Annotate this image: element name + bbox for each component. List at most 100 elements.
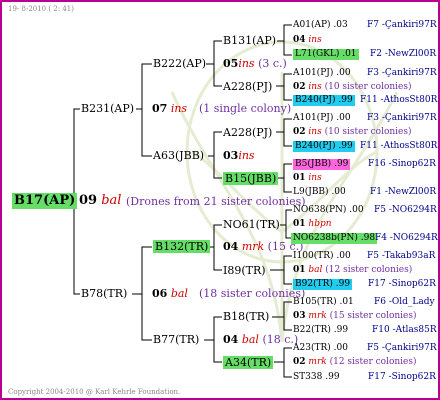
g4-origin: F11 -AthosSt80R xyxy=(360,141,438,151)
dam-bee[interactable]: B78(TR) xyxy=(81,287,127,300)
g4-queen: ins xyxy=(308,173,322,183)
g2-b222-queen: ins xyxy=(238,57,255,70)
g4-row[interactable]: B92(TR) .99 xyxy=(293,279,353,290)
g4-mid: .98 xyxy=(360,233,376,243)
g4-gen: 01 xyxy=(293,265,306,275)
root-generation: 09 bal xyxy=(79,193,121,209)
g4-row: 03 mrk (15 sister colonies) xyxy=(293,311,417,322)
g2-bee-b222[interactable]: B222(AP) xyxy=(153,57,206,70)
g4-row[interactable]: NO638(PN) .00 xyxy=(293,205,364,216)
g4-name: A23(TR) xyxy=(293,343,331,353)
g4-gen: 02 xyxy=(293,357,306,367)
g2-bee-a63[interactable]: A63(JBB) xyxy=(153,149,204,162)
g3-bee-b131[interactable]: B131(AP) xyxy=(223,34,276,47)
g2-b222-note: (3 c.) xyxy=(258,57,287,70)
g2-a63-gen: 03 xyxy=(223,149,239,162)
g4-origin: F4 -NO6294R xyxy=(375,233,438,243)
g4-origin: F5 -Çankiri97R xyxy=(367,343,437,353)
g4-name: B22(TR) xyxy=(293,325,331,335)
g4-row[interactable]: B105(TR) .01 xyxy=(293,297,354,308)
g4-row[interactable]: ST338 .99 xyxy=(293,372,340,383)
g3-bee-a228-2[interactable]: A228(PJ) xyxy=(223,126,272,139)
g4-row[interactable]: A101(PJ) .00 xyxy=(293,68,351,79)
dam-gen-number: 06 xyxy=(152,287,168,300)
g4-mid: .00 xyxy=(336,68,351,78)
g4-row[interactable]: A23(TR) .00 xyxy=(293,343,348,354)
sire-queen-line: ins xyxy=(170,102,188,115)
sire-bee[interactable]: B231(AP) xyxy=(81,102,134,115)
g4-name: I100(TR) xyxy=(293,251,334,261)
g4-mid: .99 xyxy=(325,372,340,382)
g2-bee-b132[interactable]: B132(TR) xyxy=(153,240,211,253)
g4-mid: .01 xyxy=(342,49,357,59)
sire-gen-number: 07 xyxy=(152,102,168,115)
g3-bee-a34[interactable]: A34(TR) xyxy=(223,356,274,369)
sire-generation: 07 ins xyxy=(152,102,187,115)
g4-row[interactable]: A01(AP) .03 xyxy=(293,20,348,31)
g4-note: (12 sister colonies) xyxy=(329,357,417,367)
g2-b77-queen: bal xyxy=(241,333,259,346)
g4-origin: F6 -Old_Lady xyxy=(374,297,435,307)
g4-origin: F3 -Çankiri97R xyxy=(367,68,437,78)
g4-note: (12 sister colonies) xyxy=(325,265,413,275)
g2-bee-b77[interactable]: B77(TR) xyxy=(153,333,199,346)
sire-note: (1 single colony) xyxy=(199,102,292,115)
dam-generation: 06 bal xyxy=(152,287,188,300)
copyright: Copyright 2004-2010 @ Karl Kehrle Founda… xyxy=(8,388,181,396)
g4-row[interactable]: L71(GKL) .01 xyxy=(293,49,359,60)
g3-bee-i89[interactable]: I89(TR) xyxy=(223,264,266,277)
g3-bee-b15[interactable]: B15(JBB) xyxy=(223,172,279,185)
g4-gen: 02 xyxy=(293,127,306,137)
g4-mid: .99 xyxy=(338,141,353,151)
root-bee[interactable]: B17(AP) xyxy=(12,193,78,209)
g4-row[interactable]: NO6238b(PN) .98 xyxy=(291,233,378,244)
g2-b222-generation: 05ins (3 c.) xyxy=(223,57,287,70)
g4-note: (10 sister colonies) xyxy=(324,127,412,137)
g4-origin: F10 -Atlas85R xyxy=(372,325,437,335)
g4-row: 02 ins (10 sister colonies) xyxy=(293,127,412,138)
g3-bee-no61[interactable]: NO61(TR) xyxy=(223,218,280,231)
dam-note: (18 sister colonies) xyxy=(199,287,306,300)
g4-name: ST338 xyxy=(293,372,323,382)
dam-queen-line: bal xyxy=(170,287,188,300)
print-date: 19- 8-2010 ( 2: 41) xyxy=(8,5,74,13)
g4-name: A01(AP) xyxy=(293,20,331,30)
g4-row[interactable]: L9(JBB) .00 xyxy=(293,187,346,198)
g4-row: 02 mrk (12 sister colonies) xyxy=(293,357,417,368)
g4-gen: 04 xyxy=(293,35,306,45)
g4-queen: bal xyxy=(308,265,323,275)
g3-bee-b18[interactable]: B18(TR) xyxy=(223,310,269,323)
g4-note: (15 sister colonies) xyxy=(329,311,417,321)
g4-mid: .99 xyxy=(335,279,351,289)
root-drone-note: (Drones from 21 sister colonies) xyxy=(126,195,306,208)
g4-row[interactable]: A101(PJ) .00 xyxy=(293,113,351,124)
g4-gen: 02 xyxy=(293,82,306,92)
g4-name: A101(PJ) xyxy=(293,68,334,78)
g4-row: 01 ins xyxy=(293,173,322,184)
g4-row[interactable]: B240(PJ) .99 xyxy=(293,141,355,152)
g2-a63-generation: 03ins xyxy=(223,149,255,162)
g4-origin: F7 -Çankiri97R xyxy=(367,20,437,30)
g4-origin: F5 -Takab93aR xyxy=(367,251,436,261)
g4-origin: F2 -NewZl00R xyxy=(370,49,437,59)
g4-mid: .01 xyxy=(339,297,354,307)
g4-row[interactable]: I100(TR) .00 xyxy=(293,251,351,262)
g4-mid: .00 xyxy=(336,113,351,123)
g4-gen: 01 xyxy=(293,219,306,229)
g4-name: B240(PJ) xyxy=(295,141,336,151)
g4-row: 01 bal (12 sister colonies) xyxy=(293,265,412,276)
g2-b77-generation: 04 bal (18 c.) xyxy=(223,333,298,346)
g4-queen: ins xyxy=(308,82,322,92)
g4-row[interactable]: B240(PJ) .99 xyxy=(293,95,355,106)
g4-origin: F5 -NO6294R xyxy=(374,205,437,215)
g3-bee-a228-1[interactable]: A228(PJ) xyxy=(223,80,272,93)
g4-mid: .00 xyxy=(349,205,364,215)
g4-origin: F11 -AthosSt80R xyxy=(360,95,438,105)
g4-row[interactable]: B22(TR) .99 xyxy=(293,325,348,336)
g4-row[interactable]: B5(JBB) .99 xyxy=(293,159,351,170)
g4-queen: ins xyxy=(308,35,322,45)
g4-origin: F1 -NewZl00R xyxy=(370,187,437,197)
pedigree-frame: 19- 8-2010 ( 2: 41) Copyright 2004-2010 … xyxy=(0,0,440,400)
g4-origin: F17 -Sinop62R xyxy=(368,279,436,289)
g2-a63-queen: ins xyxy=(238,149,255,162)
